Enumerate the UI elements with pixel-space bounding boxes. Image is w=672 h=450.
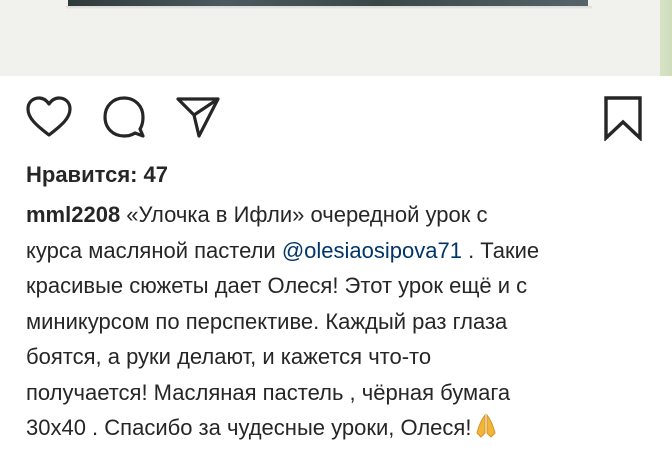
photo-background-edge <box>660 0 672 76</box>
caption-text-1: «Улочка в Ифли» очередной урок с <box>120 202 488 227</box>
caption-line-4: миникурсом по перспективе. Каждый раз гл… <box>26 308 508 334</box>
caption-line-2: курса масляной пастели @olesiaosipova71 … <box>26 233 656 269</box>
likes-summary[interactable]: Нравится: 47 <box>26 162 168 188</box>
caption-line-5: боятся, а руки делают, и кажется что-то <box>26 344 432 369</box>
caption-line-1: mml2208 «Улочка в Ифли» очередной урок с <box>26 197 656 233</box>
folded-hands-icon <box>475 413 497 450</box>
caption-text-2a: курса масляной пастели <box>26 237 282 263</box>
caption-mention-link[interactable]: @olesiaosipova71 <box>282 238 462 263</box>
caption-text-7: 30х40 . Спасибо за чудесные уроки, Олеся… <box>26 415 472 440</box>
likes-label: Нравится: <box>26 162 138 187</box>
post-caption: mml2208 «Улочка в Ифли» очередной урок с… <box>26 197 656 450</box>
caption-line-7: 30х40 . Спасибо за чудесные уроки, Олеся… <box>26 410 656 450</box>
post-action-bar <box>0 76 672 164</box>
paper-plane-icon[interactable] <box>176 96 220 138</box>
caption-username[interactable]: mml2208 <box>26 202 120 227</box>
artwork-shadow <box>66 6 592 9</box>
post-photo[interactable] <box>0 0 672 76</box>
likes-count: 47 <box>143 162 168 187</box>
caption-line-3: красивые сюжеты дает Олеся! Этот урок ещ… <box>26 273 528 298</box>
bookmark-icon[interactable] <box>602 95 644 141</box>
heart-icon[interactable] <box>26 96 72 138</box>
comment-icon[interactable] <box>102 96 146 138</box>
caption-line-6: получается! Масляная пастель , чёрная бу… <box>26 379 511 405</box>
caption-text-2b: . Такие <box>461 237 540 263</box>
photo-mat <box>0 0 660 76</box>
